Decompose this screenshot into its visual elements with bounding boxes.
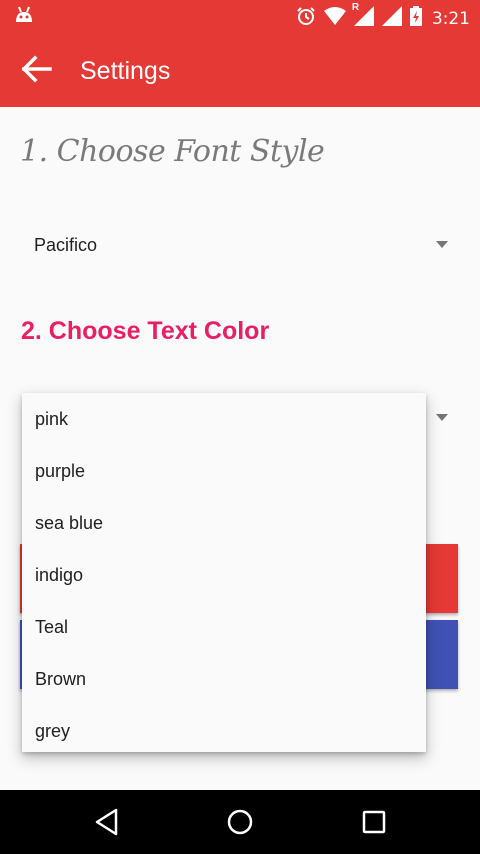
- wifi-icon: [323, 7, 346, 30]
- font-style-selected: Pacifico: [34, 235, 98, 255]
- color-option-pink[interactable]: pink: [22, 393, 426, 445]
- signal-icon: [381, 6, 402, 31]
- home-circle-icon[interactable]: [226, 808, 254, 841]
- font-style-dropdown[interactable]: Pacifico: [20, 222, 460, 268]
- chevron-down-icon: [436, 241, 448, 248]
- back-triangle-icon[interactable]: [94, 808, 120, 841]
- color-option-purple[interactable]: purple: [22, 445, 426, 497]
- color-option-indigo[interactable]: indigo: [22, 549, 426, 601]
- font-style-heading: 1. Choose Font Style: [20, 134, 325, 169]
- android-icon: [14, 6, 34, 29]
- page-title: Settings: [80, 57, 171, 85]
- signal-roaming-icon: R: [352, 2, 374, 31]
- status-time: 3:21: [431, 8, 470, 29]
- chevron-down-icon[interactable]: [436, 414, 448, 421]
- color-option-sea-blue[interactable]: sea blue: [22, 497, 426, 549]
- text-color-heading: 2. Choose Text Color: [21, 317, 270, 345]
- color-option-grey[interactable]: grey: [22, 705, 426, 757]
- arrow-back-icon[interactable]: [20, 55, 52, 88]
- recents-square-icon[interactable]: [361, 808, 387, 841]
- app-bar: Settings: [0, 33, 480, 107]
- battery-charging-icon: [409, 6, 422, 31]
- status-bar: R 3:21: [0, 0, 480, 33]
- color-option-teal[interactable]: Teal: [22, 601, 426, 653]
- text-color-dropdown-menu: pink purple sea blue indigo Teal Brown g…: [22, 393, 426, 752]
- color-option-brown[interactable]: Brown: [22, 653, 426, 705]
- roaming-label: R: [351, 2, 360, 13]
- navigation-bar: [0, 790, 480, 854]
- alarm-icon: [296, 6, 316, 31]
